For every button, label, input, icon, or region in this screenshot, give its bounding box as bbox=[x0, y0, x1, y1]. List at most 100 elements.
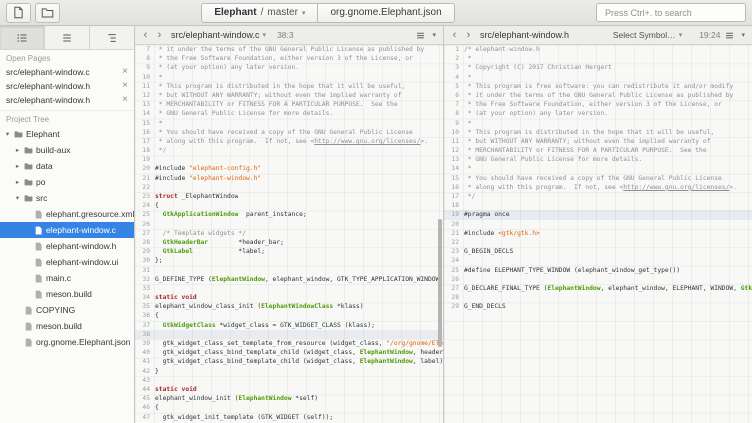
code-line-28[interactable]: 28 bbox=[444, 293, 752, 302]
tree-item-po[interactable]: ▸po bbox=[0, 174, 134, 190]
open-pages-popover-button[interactable] bbox=[723, 31, 736, 40]
code-line-47[interactable]: 47 gtk_widget_init_template (GTK_WIDGET … bbox=[135, 413, 443, 422]
close-icon[interactable]: × bbox=[118, 81, 128, 91]
scrollbar[interactable] bbox=[437, 45, 443, 423]
code-line-12[interactable]: 12 * but WITHOUT ANY WARRANTY; without e… bbox=[135, 91, 443, 100]
code-line-24[interactable]: 24{ bbox=[135, 201, 443, 210]
expander-icon[interactable]: ▾ bbox=[14, 194, 21, 202]
build-config-button[interactable]: org.gnome.Elephant.json bbox=[317, 3, 454, 23]
code-line-22[interactable]: 22 bbox=[444, 238, 752, 247]
code-line-21[interactable]: 21#include "elephant-window.h" bbox=[135, 174, 443, 183]
open-pages-popover-button[interactable] bbox=[414, 31, 427, 40]
list-view-button[interactable] bbox=[45, 26, 90, 49]
tree-item-org-gnome-elephant-json[interactable]: org.gnome.Elephant.json bbox=[0, 334, 134, 350]
back-button[interactable]: ‹ bbox=[449, 30, 460, 41]
code-line-45[interactable]: 45elephant_window_init (ElephantWindow *… bbox=[135, 394, 443, 403]
open-page-item[interactable]: src/elephant-window.c× bbox=[0, 65, 134, 79]
code-line-31[interactable]: 31 bbox=[135, 266, 443, 275]
tree-item-elephant-window-h[interactable]: elephant-window.h bbox=[0, 238, 134, 254]
code-line-29[interactable]: 29 GtkLabel *label; bbox=[135, 247, 443, 256]
code-line-39[interactable]: 39 gtk_widget_class_set_template_from_re… bbox=[135, 339, 443, 348]
tree-view-button[interactable] bbox=[90, 26, 134, 49]
tree-item-data[interactable]: ▸data bbox=[0, 158, 134, 174]
code-line-17[interactable]: 17 */ bbox=[444, 192, 752, 201]
back-button[interactable]: ‹ bbox=[140, 30, 151, 41]
pages-view-button[interactable] bbox=[0, 26, 45, 49]
expander-icon[interactable]: ▸ bbox=[14, 146, 21, 154]
code-line-33[interactable]: 33 bbox=[135, 284, 443, 293]
code-line-5[interactable]: 5 * This program is free software: you c… bbox=[444, 82, 752, 91]
code-line-26[interactable]: 26 bbox=[444, 275, 752, 284]
code-line-25[interactable]: 25 GtkApplicationWindow parent_instance; bbox=[135, 210, 443, 219]
tree-item-copying[interactable]: COPYING bbox=[0, 302, 134, 318]
code-line-38[interactable]: 38 bbox=[135, 330, 443, 339]
code-line-18[interactable]: 18 bbox=[444, 201, 752, 210]
close-icon[interactable]: × bbox=[118, 67, 128, 77]
close-icon[interactable]: × bbox=[118, 95, 128, 105]
tree-item-elephant[interactable]: ▾Elephant bbox=[0, 126, 134, 142]
scrollbar-thumb[interactable] bbox=[438, 219, 442, 348]
code-line-14[interactable]: 14 * GNU General Public License for more… bbox=[135, 109, 443, 118]
code-line-16[interactable]: 16 * You should have received a copy of … bbox=[135, 128, 443, 137]
code-line-12[interactable]: 12 * MERCHANTABILITY or FITNESS FOR A PA… bbox=[444, 146, 752, 155]
code-line-27[interactable]: 27G_DECLARE_FINAL_TYPE (ElephantWindow, … bbox=[444, 284, 752, 293]
code-line-15[interactable]: 15 * bbox=[135, 119, 443, 128]
code-line-46[interactable]: 46{ bbox=[135, 403, 443, 412]
code-line-7[interactable]: 7 * it under the terms of the GNU Genera… bbox=[135, 45, 443, 54]
code-line-34[interactable]: 34static void bbox=[135, 293, 443, 302]
pane-menu-button[interactable]: ▾ bbox=[739, 31, 747, 39]
open-page-item[interactable]: src/elephant-window.h× bbox=[0, 79, 134, 93]
tree-item-main-c[interactable]: main.c bbox=[0, 270, 134, 286]
document-title[interactable]: src/elephant-window.c bbox=[171, 30, 260, 40]
code-line-1[interactable]: 1/* elephant-window.h bbox=[444, 45, 752, 54]
code-line-20[interactable]: 20 bbox=[444, 220, 752, 229]
code-line-23[interactable]: 23G_BEGIN_DECLS bbox=[444, 247, 752, 256]
code-line-26[interactable]: 26 bbox=[135, 220, 443, 229]
code-line-19[interactable]: 19 bbox=[135, 155, 443, 164]
code-line-30[interactable]: 30}; bbox=[135, 256, 443, 265]
code-line-28[interactable]: 28 GtkHeaderBar *header_bar; bbox=[135, 238, 443, 247]
code-line-19[interactable]: 19#pragma once bbox=[444, 210, 752, 219]
code-line-9[interactable]: 9 * bbox=[444, 119, 752, 128]
code-line-17[interactable]: 17 * along with this program. If not, se… bbox=[135, 137, 443, 146]
forward-button[interactable]: › bbox=[154, 30, 165, 41]
code-line-3[interactable]: 3 * Copyright (C) 2017 Christian Hergert bbox=[444, 63, 752, 72]
tree-item-elephant-window-ui[interactable]: elephant-window.ui bbox=[0, 254, 134, 270]
code-line-8[interactable]: 8 * the Free Software Foundation, either… bbox=[135, 54, 443, 63]
code-line-10[interactable]: 10 * bbox=[135, 73, 443, 82]
code-line-8[interactable]: 8 * (at your option) any later version. bbox=[444, 109, 752, 118]
code-line-35[interactable]: 35elephant_window_class_init (ElephantWi… bbox=[135, 302, 443, 311]
code-line-37[interactable]: 37 GtkWidgetClass *widget_class = GTK_WI… bbox=[135, 321, 443, 330]
code-line-7[interactable]: 7 * the Free Software Foundation, either… bbox=[444, 100, 752, 109]
project-branch-button[interactable]: Elephant / master ▾ bbox=[201, 3, 318, 23]
code-line-6[interactable]: 6 * it under the terms of the GNU Genera… bbox=[444, 91, 752, 100]
open-document-button[interactable] bbox=[35, 3, 60, 23]
code-line-25[interactable]: 25#define ELEPHANT_TYPE_WINDOW (elephant… bbox=[444, 266, 752, 275]
new-document-button[interactable] bbox=[6, 3, 31, 23]
pane-menu-button[interactable]: ▾ bbox=[430, 31, 438, 39]
code-line-10[interactable]: 10 * This program is distributed in the … bbox=[444, 128, 752, 137]
code-line-20[interactable]: 20#include "elephant-config.h" bbox=[135, 164, 443, 173]
code-editor-window-h[interactable]: 1/* elephant-window.h2 *3 * Copyright (C… bbox=[444, 45, 752, 423]
code-line-9[interactable]: 9 * (at your option) any later version. bbox=[135, 63, 443, 72]
open-page-item[interactable]: src/elephant-window.h× bbox=[0, 93, 134, 107]
code-line-32[interactable]: 32G_DEFINE_TYPE (ElephantWindow, elephan… bbox=[135, 275, 443, 284]
code-line-42[interactable]: 42} bbox=[135, 367, 443, 376]
document-title[interactable]: src/elephant-window.h bbox=[480, 30, 569, 40]
tree-item-elephant-window-c[interactable]: elephant-window.c bbox=[0, 222, 134, 238]
code-line-41[interactable]: 41 gtk_widget_class_bind_template_child … bbox=[135, 357, 443, 366]
code-line-11[interactable]: 11 * but WITHOUT ANY WARRANTY; without e… bbox=[444, 137, 752, 146]
code-line-29[interactable]: 29G_END_DECLS bbox=[444, 302, 752, 311]
select-symbol-button[interactable]: Select Symbol… ▾ bbox=[613, 30, 682, 40]
code-line-24[interactable]: 24 bbox=[444, 256, 752, 265]
code-line-2[interactable]: 2 * bbox=[444, 54, 752, 63]
code-line-22[interactable]: 22 bbox=[135, 183, 443, 192]
code-line-18[interactable]: 18 */ bbox=[135, 146, 443, 155]
tree-item-build-aux[interactable]: ▸build-aux bbox=[0, 142, 134, 158]
code-line-23[interactable]: 23struct _ElephantWindow bbox=[135, 192, 443, 201]
tree-item-meson-build[interactable]: meson.build bbox=[0, 286, 134, 302]
code-line-15[interactable]: 15 * You should have received a copy of … bbox=[444, 174, 752, 183]
tree-item-elephant-gresource-xml[interactable]: elephant.gresource.xml bbox=[0, 206, 134, 222]
code-line-13[interactable]: 13 * MERCHANTABILITY or FITNESS FOR A PA… bbox=[135, 100, 443, 109]
code-line-21[interactable]: 21#include <gtk/gtk.h> bbox=[444, 229, 752, 238]
